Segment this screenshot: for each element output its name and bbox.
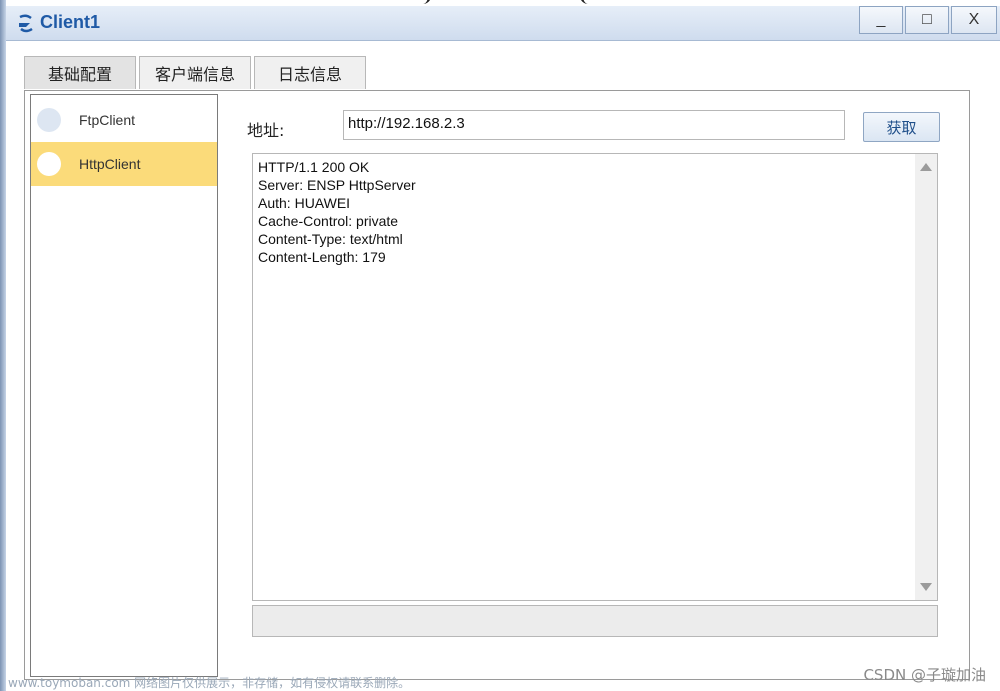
client-item-label: HttpClient <box>79 156 141 172</box>
fetch-button[interactable]: 获取 <box>863 112 940 142</box>
httpclient-icon <box>37 152 61 176</box>
ftpclient-icon <box>37 108 61 132</box>
scroll-up-icon[interactable] <box>920 163 932 171</box>
maximize-button[interactable]: □ <box>905 6 949 34</box>
response-line: Auth: HUAWEI <box>258 195 351 211</box>
client-type-list: FtpClient HttpClient <box>30 94 218 677</box>
tab-label: 基础配置 <box>47 65 112 84</box>
title-bar[interactable]: Client1 _ □ X <box>6 6 1000 41</box>
status-bar <box>252 605 938 637</box>
close-icon: X <box>968 11 980 28</box>
app-icon <box>19 14 33 33</box>
response-line: Content-Length: 179 <box>258 249 386 265</box>
tab-log-info[interactable]: 日志信息 <box>254 56 366 89</box>
address-input[interactable]: http://192.168.2.3 <box>343 110 845 140</box>
minimize-button[interactable]: _ <box>859 6 903 34</box>
background-glyph <box>422 0 431 4</box>
window-title: Client1 <box>40 12 101 32</box>
background-glyph <box>580 0 589 4</box>
response-textarea[interactable]: HTTP/1.1 200 OK Server: ENSP HttpServer … <box>252 153 938 601</box>
fetch-button-label: 获取 <box>886 118 917 137</box>
tab-bar: 基础配置 客户端信息 日志信息 <box>24 56 369 90</box>
response-line: HTTP/1.1 200 OK <box>258 159 370 175</box>
client-item-httpclient[interactable]: HttpClient <box>31 142 217 186</box>
vertical-scrollbar[interactable] <box>915 154 937 600</box>
scroll-down-icon[interactable] <box>920 583 932 591</box>
watermark-source: www.toymoban.com 网络图片仅供展示，非存储，如有侵权请联系删除。 <box>8 676 411 690</box>
watermark-author: CSDN @子璇加油 <box>863 666 986 684</box>
response-content: HTTP/1.1 200 OK Server: ENSP HttpServer … <box>258 158 416 266</box>
client-item-label: FtpClient <box>79 112 136 128</box>
tab-basic-config[interactable]: 基础配置 <box>24 56 136 89</box>
tab-content-panel: FtpClient HttpClient 地址: http://192.168.… <box>24 90 970 680</box>
close-button[interactable]: X <box>951 6 997 34</box>
tab-label: 客户端信息 <box>154 65 235 84</box>
response-line: Content-Type: text/html <box>258 231 403 247</box>
tab-client-info[interactable]: 客户端信息 <box>139 56 251 89</box>
response-line: Cache-Control: private <box>258 213 399 229</box>
client1-window: Client1 _ □ X 基础配置 客户端信息 日志信息 FtpClient … <box>0 0 1000 691</box>
maximize-icon: □ <box>922 11 932 28</box>
tab-label: 日志信息 <box>277 65 342 84</box>
address-label: 地址: <box>247 121 285 140</box>
response-line: Server: ENSP HttpServer <box>258 177 416 193</box>
minimize-icon: _ <box>876 11 886 28</box>
window-body: 基础配置 客户端信息 日志信息 FtpClient HttpClient 地址:… <box>6 41 1000 691</box>
client-item-ftpclient[interactable]: FtpClient <box>31 98 217 142</box>
